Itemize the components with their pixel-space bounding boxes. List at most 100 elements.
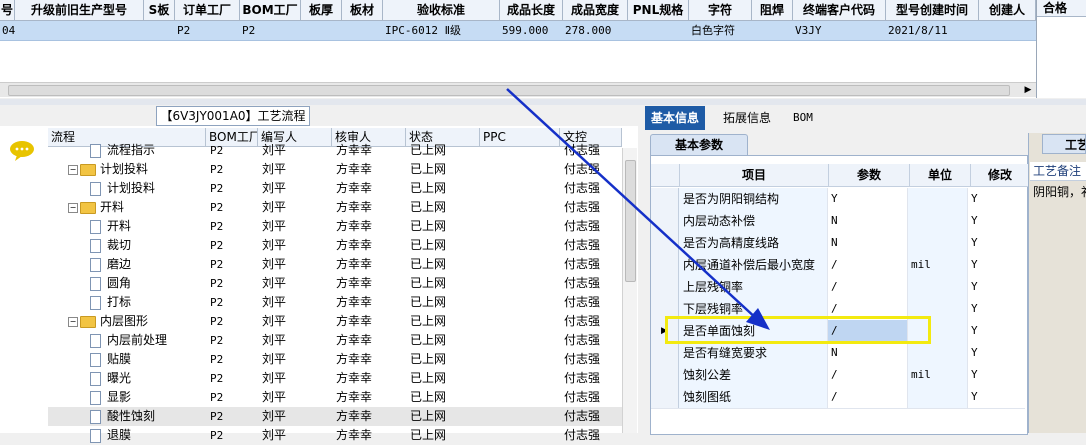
scrollbar-thumb[interactable] <box>625 160 636 282</box>
tree-node[interactable]: 开料 <box>48 217 206 236</box>
top-row-cell[interactable] <box>628 21 689 40</box>
top-row-cell[interactable]: 白色字符 <box>689 21 752 40</box>
params-header-cell[interactable]: 单位 <box>910 164 971 186</box>
top-row-cell[interactable] <box>144 21 175 40</box>
param-value-cell[interactable]: / <box>827 276 907 298</box>
param-mod-cell[interactable]: Y <box>967 298 1025 320</box>
tree-vertical-scrollbar[interactable] <box>622 148 637 433</box>
top-row-cell[interactable]: P2 <box>240 21 301 40</box>
top-header-cell[interactable]: 成品宽度 <box>563 0 628 20</box>
tree-node[interactable]: 贴膜 <box>48 350 206 369</box>
param-mod-cell[interactable]: Y <box>967 320 1025 342</box>
param-value-cell[interactable]: / <box>827 386 907 408</box>
top-row-cell[interactable]: 2021/8/11 <box>886 21 979 40</box>
param-row[interactable]: 内层通道补偿后最小宽度 / mil Y <box>651 254 1025 277</box>
param-mod-cell[interactable]: Y <box>967 276 1025 298</box>
tree-node[interactable]: 退膜 <box>48 426 206 445</box>
tree-row[interactable]: 打标 P2 刘平 方幸幸 已上网 付志强 <box>48 293 622 312</box>
basic-params-grid[interactable]: 项目 参数 单位 修改 是否为阴阳铜结构 Y Y 内层动态补偿 N Y 是否为高精度线路 N Y 内层通… <box>650 155 1030 435</box>
tree-node[interactable]: 酸性蚀刻 <box>48 407 206 426</box>
top-header-cell[interactable]: 字符 <box>689 0 752 20</box>
param-value-cell[interactable]: N <box>827 232 907 254</box>
tab-basic-info[interactable]: 基本信息 <box>645 106 706 130</box>
row-header[interactable] <box>651 254 679 276</box>
row-header[interactable] <box>651 342 679 364</box>
top-header-cell[interactable]: BOM工厂 <box>240 0 301 20</box>
tree-row[interactable]: 圆角 P2 刘平 方幸幸 已上网 付志强 <box>48 274 622 293</box>
top-row-cell[interactable]: IPC-6012 Ⅱ级 <box>383 21 500 40</box>
tree-row[interactable]: 开料 P2 刘平 方幸幸 已上网 付志强 <box>48 217 622 236</box>
param-mod-cell[interactable]: Y <box>967 364 1025 386</box>
tree-row[interactable]: 裁切 P2 刘平 方幸幸 已上网 付志强 <box>48 236 622 255</box>
param-unit-cell[interactable] <box>907 342 967 364</box>
param-unit-cell[interactable] <box>907 210 967 232</box>
param-value-cell[interactable]: / <box>827 254 907 276</box>
param-value-cell[interactable]: N <box>827 210 907 232</box>
param-unit-cell[interactable]: mil <box>907 364 967 386</box>
top-header-cell[interactable]: 型号创建时间 <box>886 0 979 20</box>
top-header-cell[interactable]: PNL规格 <box>628 0 689 20</box>
tree-row[interactable]: 酸性蚀刻 P2 刘平 方幸幸 已上网 付志强 <box>48 407 622 426</box>
row-header[interactable] <box>651 232 679 254</box>
tree-row[interactable]: 贴膜 P2 刘平 方幸幸 已上网 付志强 <box>48 350 622 369</box>
top-row-cell[interactable]: 278.000 <box>563 21 628 40</box>
tree-row[interactable]: − 内层图形 P2 刘平 方幸幸 已上网 付志强 <box>48 312 622 331</box>
top-row-cell[interactable] <box>342 21 383 40</box>
tree-row[interactable]: 显影 P2 刘平 方幸幸 已上网 付志强 <box>48 388 622 407</box>
top-header-cell[interactable]: 创建人 <box>979 0 1036 20</box>
param-value-cell[interactable]: Y <box>827 188 907 210</box>
param-row[interactable]: 是否为高精度线路 N Y <box>651 232 1025 255</box>
top-header-cell[interactable]: 号 <box>0 0 15 20</box>
top-header-cell[interactable]: 成品长度 <box>500 0 563 20</box>
top-header-cell[interactable]: 阻焊 <box>752 0 793 20</box>
top-row-cell[interactable] <box>752 21 793 40</box>
tree-node[interactable]: 圆角 <box>48 274 206 293</box>
tab-extended-info[interactable]: 拓展信息 <box>717 106 777 130</box>
tree-node[interactable]: 曝光 <box>48 369 206 388</box>
param-mod-cell[interactable]: Y <box>967 232 1025 254</box>
craft-tab[interactable]: 工艺 <box>1042 134 1086 154</box>
top-header-cell[interactable]: S板 <box>144 0 175 20</box>
param-mod-cell[interactable]: Y <box>967 386 1025 408</box>
top-row-cell[interactable]: V3JY <box>793 21 886 40</box>
tree-node[interactable]: − 内层图形 <box>48 312 206 331</box>
params-header-cell[interactable]: 修改 <box>971 164 1030 186</box>
tree-node[interactable]: 计划投料 <box>48 179 206 198</box>
row-header[interactable] <box>651 386 679 408</box>
top-row-cell[interactable] <box>301 21 342 40</box>
params-header-cell[interactable]: 参数 <box>829 164 910 186</box>
tree-node[interactable]: 磨边 <box>48 255 206 274</box>
tree-node[interactable]: 内层前处理 <box>48 331 206 350</box>
param-row[interactable]: 上层残铜率 / Y <box>651 276 1025 299</box>
tree-node[interactable]: 显影 <box>48 388 206 407</box>
params-header-cell[interactable]: 项目 <box>680 164 829 186</box>
tree-row[interactable]: 内层前处理 P2 刘平 方幸幸 已上网 付志强 <box>48 331 622 350</box>
param-value-cell[interactable]: N <box>827 342 907 364</box>
param-mod-cell[interactable]: Y <box>967 188 1025 210</box>
tree-node[interactable]: 裁切 <box>48 236 206 255</box>
tab-bom[interactable]: BOM <box>787 106 819 130</box>
tree-node[interactable]: − 计划投料 <box>48 160 206 179</box>
row-header[interactable] <box>651 276 679 298</box>
param-unit-cell[interactable] <box>907 232 967 254</box>
top-header-cell[interactable]: 升级前旧生产型号 <box>15 0 144 20</box>
tree-row[interactable]: − 计划投料 P2 刘平 方幸幸 已上网 付志强 <box>48 160 622 179</box>
scroll-right-arrow-icon[interactable]: ▶ <box>1022 83 1034 97</box>
panel-splitter[interactable] <box>0 99 1086 105</box>
param-row[interactable]: 是否有缝宽要求 N Y <box>651 342 1025 365</box>
param-unit-cell[interactable] <box>907 386 967 408</box>
param-mod-cell[interactable]: Y <box>967 254 1025 276</box>
top-grid-selected-row[interactable]: 04 P2 P2 IPC-6012 Ⅱ级 599.000 278.000 白色字符 V3JY 2… <box>0 21 1036 41</box>
top-row-cell[interactable]: P2 <box>175 21 240 40</box>
chat-bubble-icon[interactable] <box>8 140 36 162</box>
param-mod-cell[interactable]: Y <box>967 342 1025 364</box>
tree-node[interactable]: − 开料 <box>48 198 206 217</box>
subtab-basic-params[interactable]: 基本参数 <box>650 134 748 155</box>
param-mod-cell[interactable]: Y <box>967 210 1025 232</box>
tree-row[interactable]: 曝光 P2 刘平 方幸幸 已上网 付志强 <box>48 369 622 388</box>
param-value-cell[interactable]: / <box>827 364 907 386</box>
top-row-cell[interactable]: 599.000 <box>500 21 563 40</box>
top-header-cell[interactable]: 板材 <box>342 0 383 20</box>
collapse-toggle-icon[interactable]: − <box>68 202 78 213</box>
collapse-toggle-icon[interactable]: − <box>68 164 78 175</box>
